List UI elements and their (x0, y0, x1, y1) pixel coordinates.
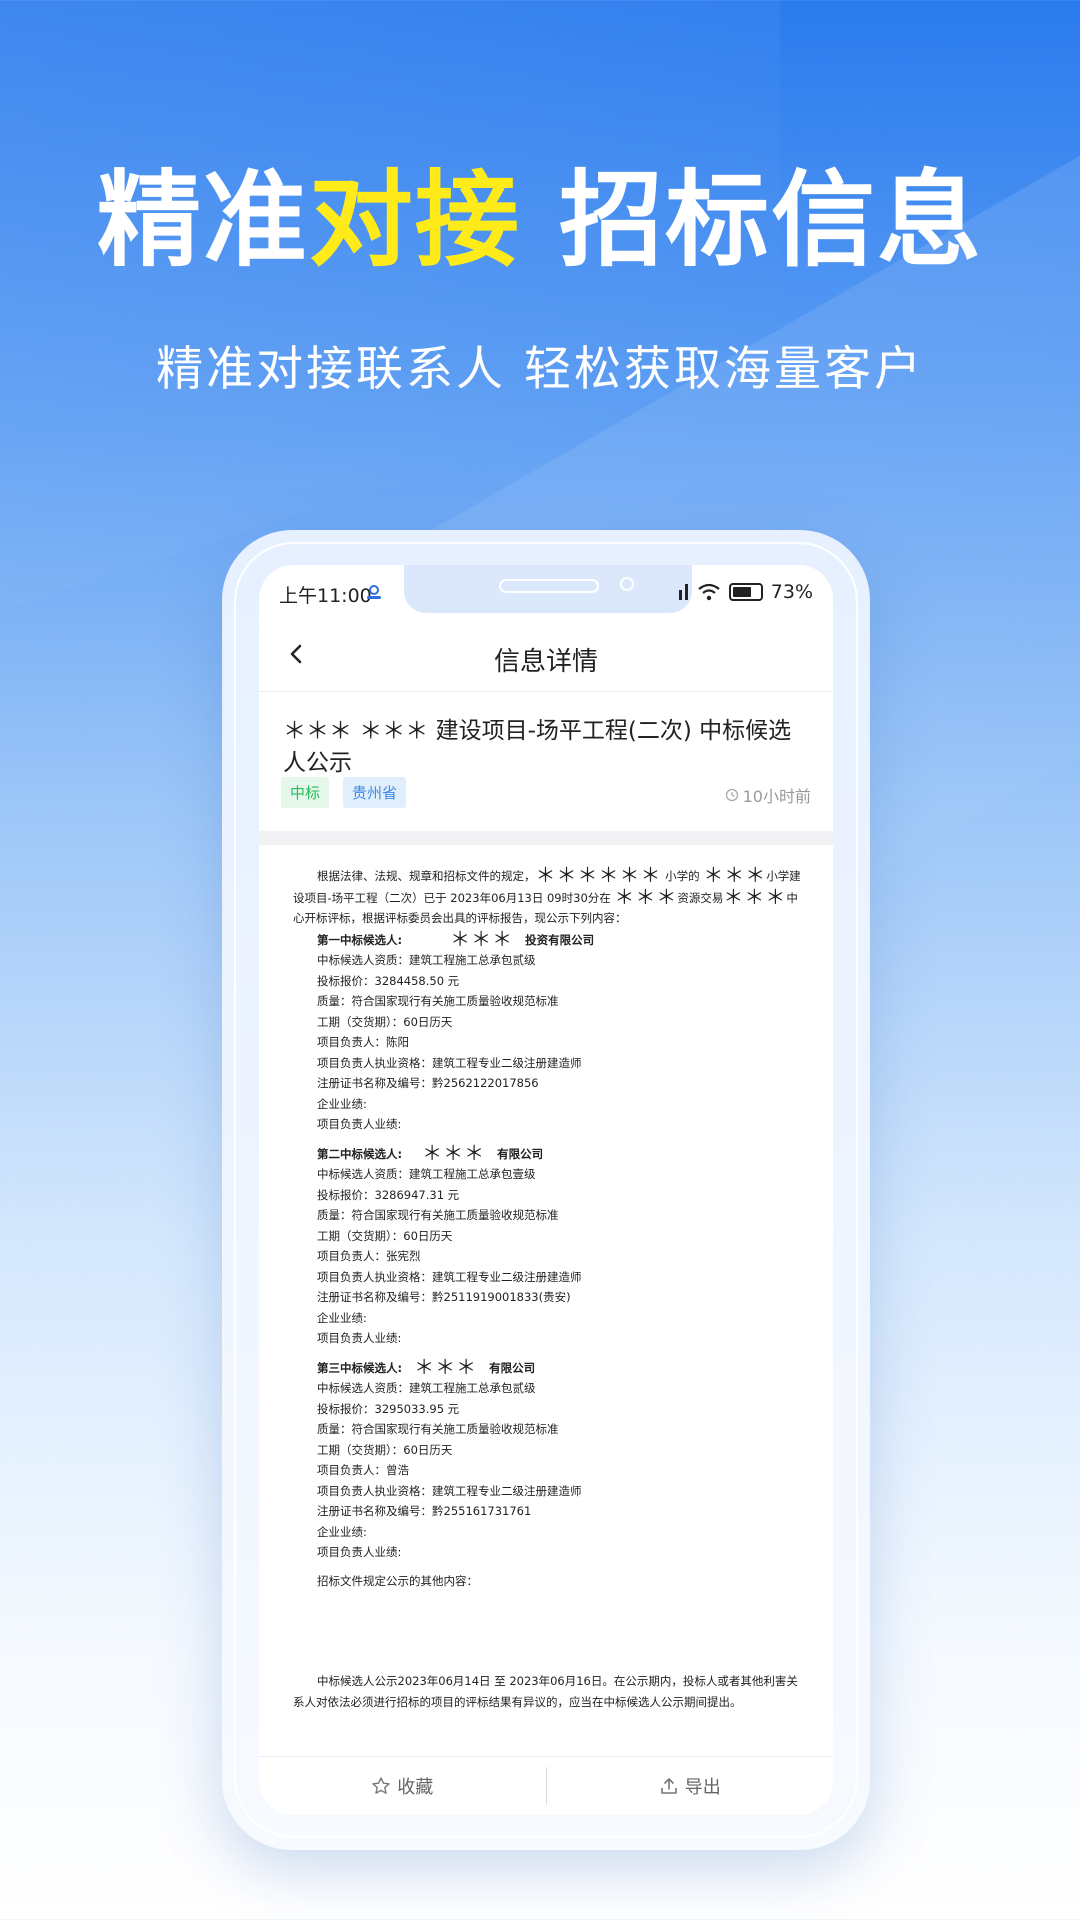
notice-paragraph: 中标候选人公示2023年06月14日 至 2023年06月16日。在公示期内，投… (293, 1674, 798, 1709)
status-bar: 上午11:00 73% (259, 565, 833, 621)
battery-level: 73% (770, 581, 813, 603)
hero-subtitle: 精准对接联系人 轻松获取海量客户 (156, 342, 924, 397)
signal-icon (678, 584, 688, 600)
candidate-block: 第一中标候选人: ＊＊＊ 投资有限公司 中标候选人资质：建筑工程施工总承包贰级 … (293, 926, 805, 1135)
time-ago-text: 10小时前 (742, 787, 811, 806)
candidate-line: 质量：符合国家现行有关施工质量验收规范标准 (317, 994, 559, 1008)
nav-bar: 信息详情 (259, 621, 833, 692)
candidate-block: 第三中标候选人: ＊＊＊ 有限公司 中标候选人资质：建筑工程施工总承包贰级 投标… (293, 1354, 805, 1563)
export-button[interactable]: 导出 (547, 1757, 834, 1815)
candidate-line: 项目负责人执业资格：建筑工程专业二级注册建造师 (317, 1055, 582, 1070)
candidate-line: 注册证书名称及编号：黔2511919001833(贵安) (317, 1290, 571, 1304)
candidate-line: 项目负责人：曾浩 (317, 1463, 409, 1477)
tag-bid-result[interactable]: 中标 (281, 777, 330, 808)
candidate-heading: 第三中标候选人: ＊＊＊ 有限公司 (317, 1354, 536, 1379)
article-title: ＊＊＊ ＊＊＊ 建设项目-场平工程(二次) 中标候选人公示 (283, 718, 792, 776)
tag-province[interactable]: 贵州省 (343, 777, 407, 808)
page-title: 信息详情 (493, 647, 598, 677)
candidate-line: 项目负责人业绩: (317, 1331, 402, 1345)
other-content-heading: 招标文件规定公示的其他内容： (317, 1573, 478, 1588)
speaker-grill (499, 579, 599, 593)
section-divider (259, 831, 833, 845)
candidate-line: 项目负责人执业资格：建筑工程专业二级注册建造师 (317, 1269, 582, 1284)
candidate-line: 注册证书名称及编号：黔255161731761 (317, 1504, 532, 1518)
clock-icon (725, 788, 738, 802)
candidate-line: 工期（交货期）：60日历天 (317, 1014, 453, 1029)
status-icons: 73% (678, 581, 813, 603)
candidate-line: 项目负责人：张宪烈 (317, 1249, 421, 1263)
location-icon (367, 585, 381, 599)
favorite-button[interactable]: 收藏 (259, 1757, 546, 1815)
candidate-line: 项目负责人执业资格：建筑工程专业二级注册建造师 (317, 1483, 582, 1498)
document-body: 根据法律、法规、规章和招标文件的规定，＊＊＊＊＊＊ 小学的 ＊＊＊小学建设项目-… (293, 865, 805, 1712)
publish-time: 10小时前 (725, 783, 811, 807)
candidate-line: 企业业绩: (317, 1096, 367, 1111)
hero-title-part2: 招标信息 (520, 159, 984, 281)
phone-notch (404, 565, 692, 613)
phone-screen: 上午11:00 73% 信息详情 ＊＊＊ ＊＊＊ 建设项目-场平工程(二次) 中… (259, 565, 833, 1815)
hero-title: 精准对接 招标信息 (0, 160, 1080, 280)
phone-mockup: 上午11:00 73% 信息详情 ＊＊＊ ＊＊＊ 建设项目-场平工程(二次) 中… (222, 530, 870, 1850)
candidate-line: 中标候选人资质：建筑工程施工总承包壹级 (317, 1167, 536, 1181)
candidate-line: 质量：符合国家现行有关施工质量验收规范标准 (317, 1208, 559, 1222)
favorite-label: 收藏 (397, 1777, 434, 1798)
export-icon (660, 1778, 677, 1794)
candidate-line: 项目负责人业绩: (317, 1545, 402, 1559)
candidate-line: 工期（交货期）：60日历天 (317, 1442, 453, 1457)
candidate-line: 质量：符合国家现行有关施工质量验收规范标准 (317, 1422, 559, 1436)
tag-list: 中标 贵州省 (281, 777, 407, 808)
front-camera (620, 577, 634, 591)
candidate-line: 投标报价：3295033.95 元 (317, 1401, 460, 1416)
candidate-line: 投标报价：3286947.31 元 (317, 1187, 460, 1202)
candidate-line: 中标候选人资质：建筑工程施工总承包贰级 (317, 1381, 536, 1395)
wifi-icon (698, 583, 720, 601)
candidate-line: 注册证书名称及编号：黔2562122017856 (317, 1076, 539, 1090)
candidate-block: 第二中标候选人: ＊＊＊ 有限公司 中标候选人资质：建筑工程施工总承包壹级 投标… (293, 1140, 805, 1349)
star-icon (372, 1777, 390, 1794)
bottom-action-bar: 收藏 导出 (259, 1756, 833, 1815)
candidate-line: 中标候选人资质：建筑工程施工总承包贰级 (317, 953, 536, 967)
battery-icon (728, 583, 763, 601)
candidate-line: 项目负责人：陈阳 (317, 1035, 409, 1049)
candidate-line: 投标报价：3284458.50 元 (317, 973, 460, 988)
candidate-line: 项目负责人业绩: (317, 1117, 402, 1131)
status-time: 上午11:00 (279, 585, 372, 607)
candidate-line: 企业业绩: (317, 1310, 367, 1325)
candidate-line: 工期（交货期）：60日历天 (317, 1228, 453, 1243)
candidate-line: 企业业绩: (317, 1524, 367, 1539)
document-intro: 根据法律、法规、规章和招标文件的规定，＊＊＊＊＊＊ 小学的 ＊＊＊小学建设项目-… (293, 863, 801, 925)
candidate-heading: 第一中标候选人: ＊＊＊ 投资有限公司 (317, 926, 595, 951)
hero-title-part1: 精准 (96, 159, 309, 281)
hero-title-highlight: 对接 (308, 159, 521, 281)
export-label: 导出 (684, 1777, 721, 1798)
candidate-heading: 第二中标候选人: ＊＊＊ 有限公司 (317, 1140, 544, 1165)
